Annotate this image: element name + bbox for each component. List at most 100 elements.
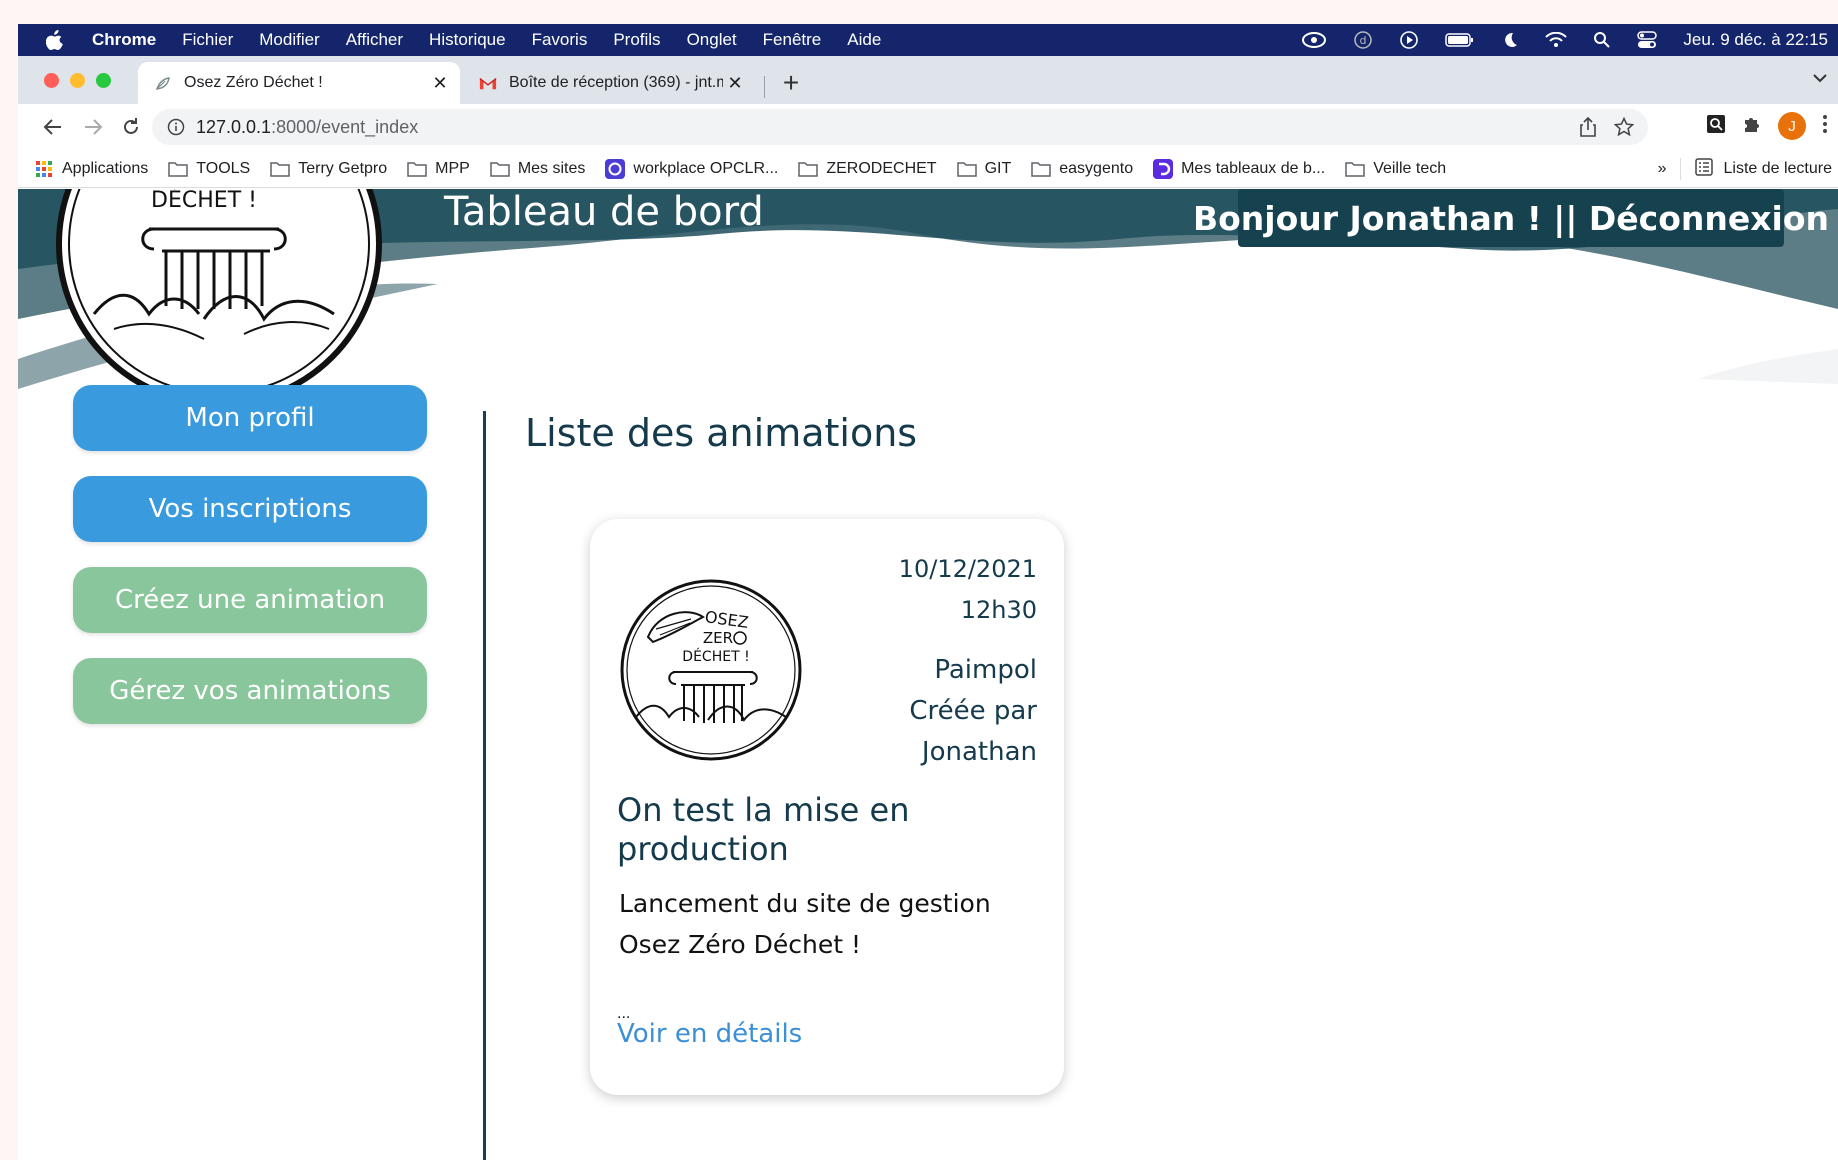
bookmark-tools[interactable]: TOOLS <box>168 160 250 178</box>
card-logo-line-2: ZER <box>703 629 733 647</box>
creative-cloud-icon[interactable] <box>1301 31 1327 49</box>
menu-app-chrome[interactable]: Chrome <box>92 30 156 50</box>
bookmark-easygento[interactable]: easygento <box>1031 160 1133 178</box>
folder-icon <box>407 161 427 177</box>
battery-icon[interactable] <box>1445 32 1475 48</box>
card-logo: OSEZ ZER DÉCHET ! <box>620 579 802 761</box>
apps-grid-icon <box>34 160 54 177</box>
dashlane-icon[interactable]: d <box>1353 30 1373 50</box>
play-circle-icon[interactable] <box>1399 30 1419 50</box>
folder-icon <box>490 161 510 177</box>
logo-text: DÉCHET ! <box>151 189 257 213</box>
new-tab-button[interactable]: + <box>776 67 806 98</box>
extensions-puzzle-icon[interactable] <box>1742 114 1762 139</box>
bookmark-label: Mes sites <box>517 159 586 177</box>
omnibox-actions <box>1580 116 1635 142</box>
tab-gmail-inbox[interactable]: Boîte de réception (369) - jnt.m ✕ <box>463 62 755 104</box>
svg-text:d: d <box>1360 34 1367 47</box>
url-host: 127.0.0.1 <box>196 116 272 137</box>
reload-icon[interactable] <box>118 114 144 140</box>
bookmark-label: workplace OPCLR... <box>633 159 779 177</box>
bookmark-mes-tableaux[interactable]: Mes tableaux de b... <box>1153 158 1326 179</box>
page-title: Tableau de bord <box>444 189 764 235</box>
close-window-button[interactable] <box>44 73 59 88</box>
greeting-logout-link[interactable]: Bonjour Jonathan ! || Déconnexion <box>1193 189 1829 247</box>
back-arrow-icon[interactable] <box>40 114 66 140</box>
menu-modifier[interactable]: Modifier <box>259 30 319 50</box>
create-animation-button[interactable]: Créez une animation <box>73 567 427 633</box>
my-profile-button[interactable]: Mon profil <box>73 385 427 451</box>
menu-afficher[interactable]: Afficher <box>346 30 403 50</box>
spotlight-search-icon[interactable] <box>1593 31 1611 49</box>
bookmarks-divider <box>1680 158 1682 180</box>
menubar-clock[interactable]: Jeu. 9 déc. à 22:15 <box>1683 30 1828 50</box>
wifi-icon[interactable] <box>1545 32 1568 48</box>
event-title: On test la mise en production <box>617 791 910 868</box>
bookmark-label: MPP <box>435 159 470 177</box>
my-registrations-button[interactable]: Vos inscriptions <box>73 476 427 542</box>
bookmark-star-icon[interactable] <box>1613 116 1635 142</box>
kebab-menu-icon[interactable] <box>1822 114 1828 139</box>
bookmark-mpp[interactable]: MPP <box>407 160 470 178</box>
extension-icons: J <box>1706 112 1838 140</box>
control-center-icon[interactable] <box>1637 31 1658 49</box>
browser-toolbar: 127.0.0.1:8000/event_index J <box>18 104 1838 150</box>
folder-icon <box>956 161 977 177</box>
profile-avatar[interactable]: J <box>1778 112 1806 140</box>
tab-osez-zero-dechet[interactable]: Osez Zéro Déchet ! ✕ <box>138 62 460 104</box>
address-bar[interactable]: 127.0.0.1:8000/event_index <box>152 109 1648 145</box>
url-text[interactable]: 127.0.0.1:8000/event_index <box>196 117 418 138</box>
menu-fichier[interactable]: Fichier <box>182 30 233 50</box>
bookmark-workplace[interactable]: workplace OPCLR... <box>605 158 779 179</box>
site-info-icon[interactable] <box>166 117 186 137</box>
event-city: Paimpol <box>934 655 1037 685</box>
extension-scan-icon[interactable] <box>1706 114 1726 139</box>
menu-onglet[interactable]: Onglet <box>687 30 737 50</box>
bookmark-label: Terry Getpro <box>298 159 388 177</box>
bookmark-veille-tech[interactable]: Veille tech <box>1345 160 1446 178</box>
workplace-icon <box>605 158 626 179</box>
content-divider <box>483 411 486 1160</box>
menu-aide[interactable]: Aide <box>847 30 881 50</box>
reading-list-icon <box>1695 157 1714 181</box>
menu-profils[interactable]: Profils <box>613 30 660 50</box>
bookmarks-bar: Applications TOOLS Terry Getpro MPP Mes … <box>18 150 1838 188</box>
folder-icon <box>1345 161 1365 177</box>
browser-tabstrip: Osez Zéro Déchet ! ✕ Boîte de réception … <box>18 56 1838 104</box>
menu-favoris[interactable]: Favoris <box>532 30 588 50</box>
leaf-favicon-icon <box>154 74 172 92</box>
maximize-window-button[interactable] <box>96 73 111 88</box>
bookmark-label: TOOLS <box>196 159 251 177</box>
forward-arrow-icon[interactable] <box>80 114 106 140</box>
manage-animations-button[interactable]: Gérez vos animations <box>73 658 427 724</box>
folder-icon <box>798 161 819 177</box>
reading-list-button[interactable]: Liste de lecture <box>1695 157 1832 181</box>
tab-close-icon[interactable]: ✕ <box>723 71 747 95</box>
url-path: :8000/event_index <box>271 116 419 137</box>
tab-search-chevron-icon[interactable] <box>1812 70 1828 88</box>
bookmark-zerodechet[interactable]: ZERODECHET <box>798 160 937 178</box>
event-description: Lancement du site de gestion Osez Zéro D… <box>619 889 991 959</box>
bookmark-label: Veille tech <box>1373 159 1447 177</box>
bookmark-label: easygento <box>1059 159 1134 177</box>
menu-fenetre[interactable]: Fenêtre <box>763 30 822 50</box>
bookmark-label: Applications <box>62 159 149 177</box>
share-icon[interactable] <box>1580 116 1596 142</box>
bookmark-terry-getpro[interactable]: Terry Getpro <box>270 160 387 178</box>
bookmark-label: Mes tableaux de b... <box>1181 159 1326 177</box>
card-logo-line-3: DÉCHET ! <box>682 648 749 665</box>
more-bookmarks-button[interactable]: » <box>1658 160 1667 178</box>
apple-icon[interactable] <box>44 29 66 51</box>
bookmark-applications[interactable]: Applications <box>34 160 148 178</box>
moon-icon[interactable] <box>1501 31 1519 49</box>
tab-close-icon[interactable]: ✕ <box>428 71 452 95</box>
event-time: 12h30 <box>960 596 1037 624</box>
page-content: DÉCHET ! Tableau de bord Bonjour Jonatha… <box>18 189 1838 1160</box>
menu-historique[interactable]: Historique <box>429 30 506 50</box>
menubar-status-area: d Jeu. 9 déc. à 22:15 <box>1301 24 1828 56</box>
gmail-icon <box>479 74 497 92</box>
view-details-link[interactable]: Voir en détails <box>617 1019 802 1049</box>
bookmark-git[interactable]: GIT <box>956 160 1011 178</box>
minimize-window-button[interactable] <box>70 73 85 88</box>
bookmark-mes-sites[interactable]: Mes sites <box>490 159 586 178</box>
